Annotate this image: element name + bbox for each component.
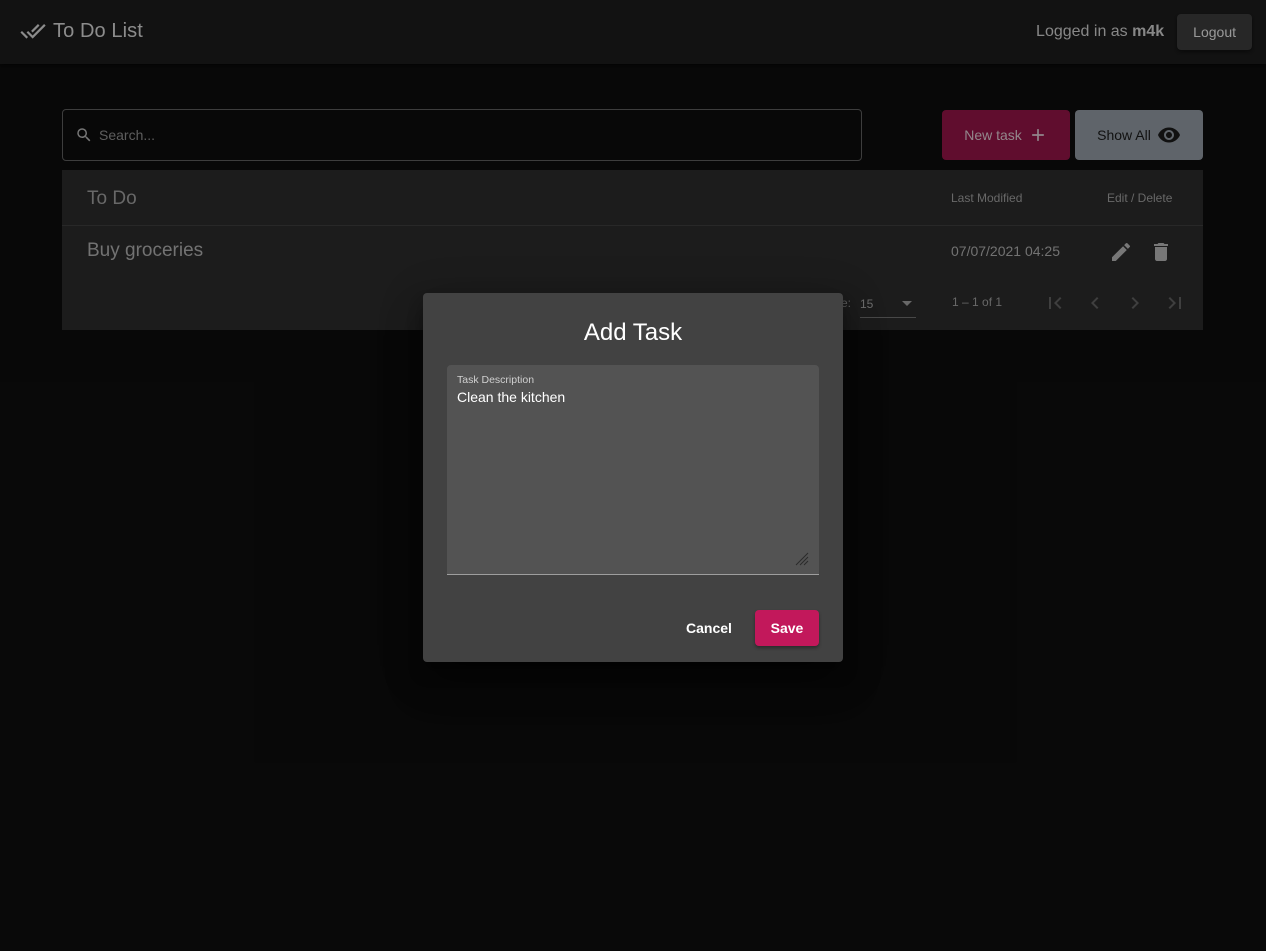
task-description-input[interactable]: Clean the kitchen [457,389,807,559]
task-description-label: Task Description [457,374,535,386]
cancel-button[interactable]: Cancel [673,610,745,646]
save-button[interactable]: Save [755,610,819,646]
resize-handle-icon[interactable] [795,552,809,566]
add-task-dialog: Add Task Task Description Clean the kitc… [423,293,843,662]
dialog-title: Add Task [583,319,683,346]
task-description-field: Task Description Clean the kitchen [447,365,819,575]
